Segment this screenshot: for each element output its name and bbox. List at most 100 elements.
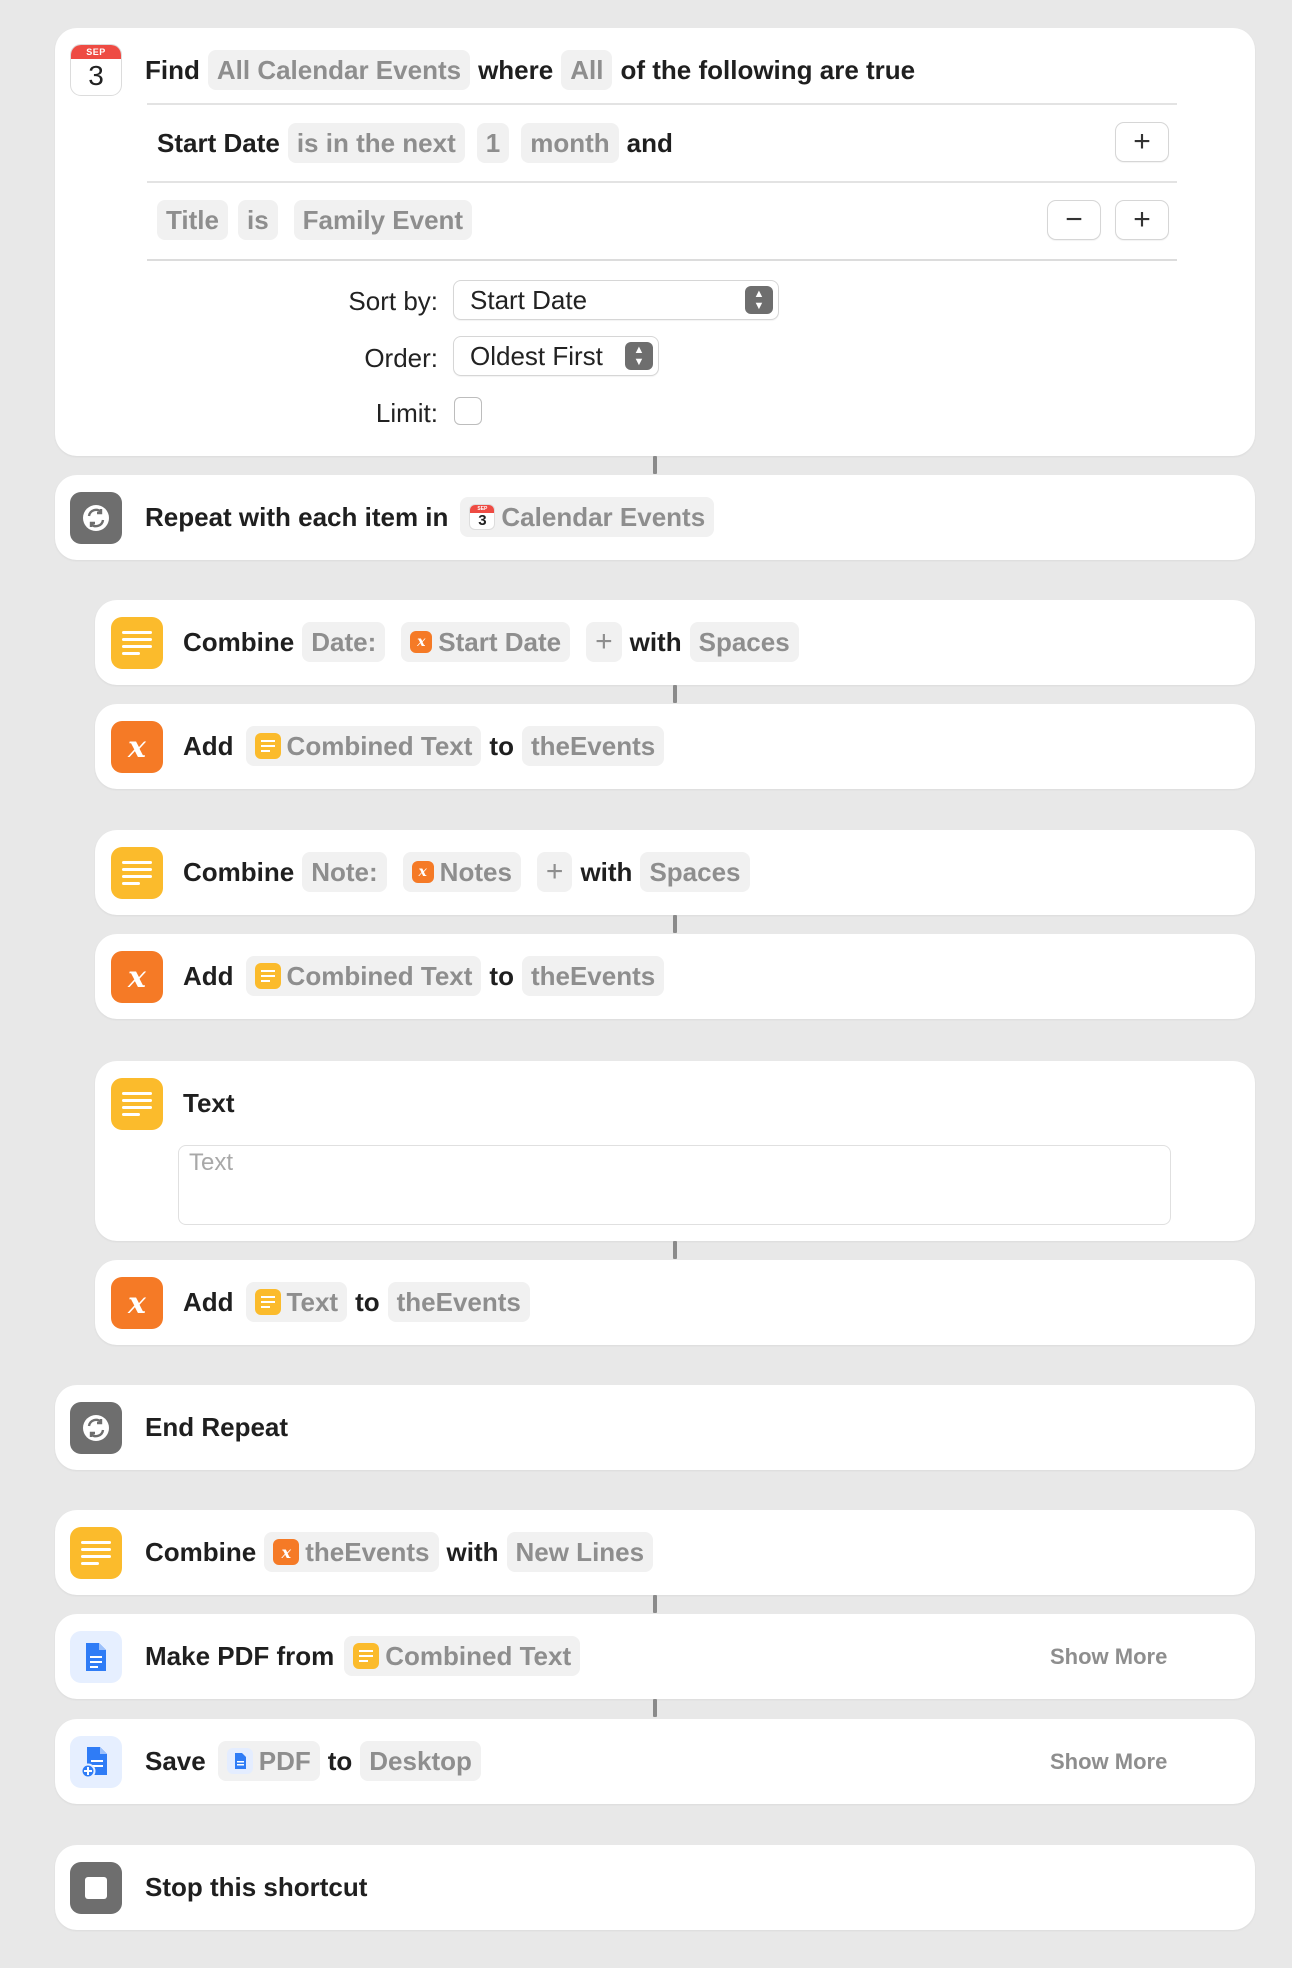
variable-token[interactable]: x Notes — [402, 852, 521, 892]
filter-row-title: Title is Family Event — [147, 200, 480, 240]
combine-date-action[interactable]: Combine Date: x Start Date + with Spaces — [95, 600, 1255, 685]
add-to-variable-action[interactable]: x Add Combined Text to theEvents — [95, 704, 1255, 789]
text-input[interactable]: Text — [178, 1145, 1171, 1225]
variable-token[interactable]: x Start Date — [401, 622, 571, 662]
variable-token[interactable]: Text — [245, 1282, 348, 1322]
show-more-button[interactable]: Show More — [1050, 1749, 1167, 1775]
destination-token[interactable]: Desktop — [360, 1741, 481, 1781]
to-label: to — [489, 960, 514, 991]
stop-shortcut-action[interactable]: Stop this shortcut — [55, 1845, 1255, 1930]
variable-icon: x — [111, 721, 163, 773]
filter-row-start-date: Start Date is in the next 1 month and — [147, 123, 673, 163]
target-variable-token[interactable]: theEvents — [521, 726, 665, 766]
find-events-action[interactable]: SEP 3 Find All Calendar Events where All… — [55, 28, 1255, 456]
add-label: Add — [183, 960, 234, 991]
source-token[interactable]: All Calendar Events — [207, 50, 471, 90]
repeat-icon — [70, 1402, 122, 1454]
find-label: Find — [145, 54, 200, 85]
variable-token[interactable]: Combined Text — [245, 726, 482, 766]
repeat-label: Repeat with each item in — [145, 501, 449, 532]
filter-unit[interactable]: month — [521, 123, 619, 163]
add-to-variable-action[interactable]: x Add Combined Text to theEvents — [95, 934, 1255, 1019]
prefix-token[interactable]: Date: — [302, 622, 386, 662]
save-document-icon — [70, 1736, 122, 1788]
match-token[interactable]: All — [561, 50, 613, 90]
variable-label: Text — [286, 1286, 339, 1317]
target-variable-token[interactable]: theEvents — [521, 956, 665, 996]
make-pdf-action[interactable]: Make PDF from Combined Text Show More — [55, 1614, 1255, 1699]
divider — [147, 259, 1177, 261]
divider — [147, 181, 1177, 183]
calendar-day: 3 — [478, 512, 487, 529]
separator-token[interactable]: Spaces — [689, 622, 799, 662]
text-action[interactable]: Text Text — [95, 1061, 1255, 1241]
sort-label: Sort by: — [348, 286, 438, 316]
add-filter-button[interactable]: + — [1115, 200, 1169, 240]
variable-token[interactable]: Combined Text — [344, 1636, 581, 1676]
stop-label: Stop this shortcut — [145, 1871, 368, 1902]
add-to-variable-action[interactable]: x Add Text to theEvents — [95, 1260, 1255, 1345]
connector — [653, 1699, 657, 1717]
combine-events-action[interactable]: Combine x theEvents with New Lines — [55, 1510, 1255, 1595]
connector — [673, 915, 677, 933]
to-label: to — [355, 1286, 380, 1317]
stop-icon — [70, 1862, 122, 1914]
chevron-updown-icon: ▲ ▼ — [625, 342, 653, 370]
variable-label: Calendar Events — [501, 501, 706, 532]
repeat-icon — [70, 492, 122, 544]
end-repeat-label: End Repeat — [145, 1411, 289, 1442]
order-popup[interactable]: Oldest First ▲ ▼ — [453, 336, 659, 376]
end-repeat-action[interactable]: End Repeat — [55, 1385, 1255, 1470]
separator-token[interactable]: Spaces — [640, 852, 750, 892]
save-file-action[interactable]: Save PDF to Desktop Show More — [55, 1719, 1255, 1804]
with-label: with — [629, 626, 682, 657]
where-label: where — [478, 54, 554, 85]
text-lines-icon — [70, 1527, 122, 1579]
connector — [673, 1241, 677, 1259]
separator-token[interactable]: New Lines — [506, 1532, 654, 1572]
remove-filter-button[interactable]: − — [1047, 200, 1101, 240]
show-more-button[interactable]: Show More — [1050, 1644, 1167, 1670]
filter-value[interactable]: Family Event — [293, 200, 473, 240]
filter-field[interactable]: Start Date — [157, 128, 280, 159]
make-pdf-label: Make PDF from — [145, 1640, 335, 1671]
variable-label: theEvents — [305, 1536, 430, 1567]
with-label: with — [446, 1536, 499, 1567]
variable-token[interactable]: x theEvents — [264, 1532, 439, 1572]
to-label: to — [327, 1745, 353, 1776]
add-label: Add — [183, 730, 234, 761]
filter-count[interactable]: 1 — [476, 123, 510, 163]
variable-icon: x — [111, 1277, 163, 1329]
limit-checkbox[interactable] — [454, 397, 482, 425]
calendar-icon: SEP 3 — [70, 44, 122, 96]
add-item-button[interactable]: + — [586, 622, 622, 662]
filter-field[interactable]: Title — [157, 200, 228, 240]
sort-popup[interactable]: Start Date ▲ ▼ — [453, 280, 779, 320]
combine-label: Combine — [145, 1536, 257, 1567]
filter-operator[interactable]: is in the next — [287, 123, 465, 163]
add-item-button[interactable]: + — [536, 852, 573, 892]
variable-label: PDF — [258, 1745, 311, 1776]
limit-label: Limit: — [375, 398, 438, 428]
connector — [653, 456, 657, 474]
with-label: with — [580, 856, 633, 887]
text-lines-icon — [353, 1643, 380, 1669]
target-variable-token[interactable]: theEvents — [387, 1282, 530, 1322]
combine-notes-action[interactable]: Combine Note: x Notes + with Spaces — [95, 830, 1255, 915]
to-label: to — [489, 730, 514, 761]
variable-label: Combined Text — [385, 1640, 572, 1671]
order-value: Oldest First — [470, 340, 603, 371]
filter-joiner: and — [626, 127, 673, 158]
repeat-action[interactable]: Repeat with each item in SEP 3 Calendar E… — [55, 475, 1255, 560]
document-icon — [70, 1631, 122, 1683]
variable-token[interactable]: Combined Text — [245, 956, 482, 996]
filter-operator[interactable]: is — [237, 200, 278, 240]
add-filter-button[interactable]: + — [1115, 122, 1169, 162]
repeat-variable[interactable]: SEP 3 Calendar Events — [460, 497, 715, 537]
variable-icon: x — [273, 1539, 300, 1565]
variable-label: Combined Text — [286, 960, 473, 991]
variable-token[interactable]: PDF — [217, 1741, 320, 1781]
connector — [653, 1595, 657, 1613]
chevron-updown-icon: ▲ ▼ — [745, 286, 773, 314]
prefix-token[interactable]: Note: — [302, 852, 387, 892]
